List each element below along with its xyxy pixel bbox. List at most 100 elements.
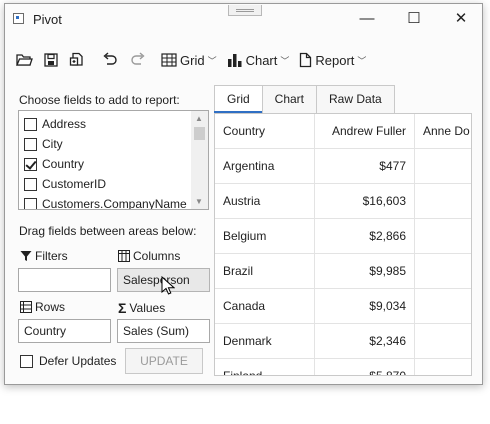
scroll-up-icon[interactable]: ▲ — [195, 114, 203, 123]
value-cell: $16,603 — [315, 184, 415, 218]
table-row[interactable]: Belgium $2,866 — [215, 219, 471, 254]
rows-drop-area[interactable]: Country — [18, 319, 111, 343]
defer-updates-checkbox[interactable] — [20, 354, 33, 368]
row-header: Argentina — [215, 149, 315, 183]
columns-icon — [118, 250, 130, 262]
values-label: Values — [129, 301, 166, 315]
chevron-down-icon: ﹀ — [207, 55, 217, 66]
value-cell — [415, 359, 471, 375]
bar-chart-icon — [227, 54, 242, 67]
pivot-grid[interactable]: Country Andrew Fuller Anne Do Argentina … — [214, 113, 472, 376]
checkbox[interactable] — [24, 177, 37, 191]
tab-chart[interactable]: Chart — [261, 85, 318, 113]
maximize-button[interactable]: ☐ — [391, 4, 437, 34]
field-label: Customers.CompanyName — [42, 197, 187, 210]
checkbox-checked[interactable] — [24, 157, 37, 171]
checkbox[interactable] — [24, 137, 37, 151]
row-header: Belgium — [215, 219, 315, 253]
grid-header-row: Country Andrew Fuller Anne Do — [215, 114, 471, 149]
columns-label: Columns — [133, 249, 181, 263]
field-list-heading: Choose fields to add to report: — [19, 93, 180, 107]
checkbox[interactable] — [24, 117, 37, 131]
value-cell — [415, 254, 471, 288]
field-label: Address — [42, 117, 87, 131]
value-cell: $5,870 — [315, 359, 415, 375]
drag-grip[interactable] — [228, 5, 262, 16]
grid-icon — [161, 53, 177, 67]
values-header: Σ Values — [118, 300, 165, 316]
document-icon — [300, 52, 312, 68]
toolbar: Grid ﹀ Chart ﹀ Report ﹀ — [15, 48, 472, 72]
field-item-city[interactable]: City — [24, 134, 63, 154]
field-label: City — [42, 137, 63, 151]
chart-view-button[interactable]: Chart ﹀ — [227, 49, 290, 71]
row-header: Denmark — [215, 324, 315, 358]
save-icon[interactable] — [43, 49, 59, 71]
areas-heading: Drag fields between areas below: — [19, 224, 197, 238]
row-header: Brazil — [215, 254, 315, 288]
columns-header: Columns — [118, 249, 180, 263]
value-cell: $9,034 — [315, 289, 415, 323]
chevron-down-icon: ﹀ — [280, 55, 290, 66]
report-label: Report — [315, 52, 355, 68]
field-item-country[interactable]: Country — [24, 154, 84, 174]
app-icon — [13, 13, 24, 24]
table-row[interactable]: Austria $16,603 — [215, 184, 471, 219]
values-drop-area[interactable]: Sales (Sum) — [117, 319, 210, 343]
field-label: CustomerID — [42, 177, 107, 191]
value-cell — [415, 324, 471, 358]
column-header[interactable]: Anne Do — [415, 114, 471, 148]
value-cell: $2,346 — [315, 324, 415, 358]
column-header[interactable]: Andrew Fuller — [315, 114, 415, 148]
rows-header: Rows — [20, 300, 65, 314]
table-row[interactable]: Denmark $2,346 — [215, 324, 471, 359]
field-item-address[interactable]: Address — [24, 114, 86, 134]
filter-icon — [20, 251, 32, 261]
row-header: Austria — [215, 184, 315, 218]
rows-label: Rows — [35, 300, 66, 314]
table-row[interactable]: Canada $9,034 — [215, 289, 471, 324]
mouse-cursor-icon — [161, 276, 175, 295]
grid-view-label: Grid — [180, 52, 205, 68]
scroll-down-icon[interactable]: ▼ — [195, 197, 203, 206]
table-row[interactable]: Brazil $9,985 — [215, 254, 471, 289]
value-cell: $2,866 — [315, 219, 415, 253]
field-label: Country — [42, 157, 85, 171]
row-header: Finland — [215, 359, 315, 375]
sigma-icon: Σ — [118, 300, 127, 316]
undo-icon[interactable] — [101, 49, 119, 71]
export-icon[interactable] — [69, 49, 85, 71]
defer-updates-option[interactable]: Defer Updates — [20, 354, 116, 368]
update-button[interactable]: UPDATE — [125, 348, 203, 374]
value-cell — [415, 289, 471, 323]
tab-grid[interactable]: Grid — [214, 85, 263, 114]
row-header: Canada — [215, 289, 315, 323]
checkbox[interactable] — [24, 197, 37, 209]
filters-label: Filters — [35, 249, 68, 263]
field-item-companyname[interactable]: Customers.CompanyName — [24, 194, 187, 210]
value-cell: $477 — [315, 149, 415, 183]
view-tabs: Grid Chart Raw Data — [214, 85, 395, 114]
field-list-scrollbar[interactable]: ▲ ▼ — [191, 111, 208, 209]
rows-icon — [20, 301, 32, 313]
chart-view-label: Chart — [245, 52, 278, 68]
tab-raw-data[interactable]: Raw Data — [316, 85, 395, 113]
open-folder-icon[interactable] — [15, 49, 33, 71]
grid-view-button[interactable]: Grid ﹀ — [161, 49, 217, 71]
close-button[interactable]: ✕ — [438, 4, 484, 34]
table-row[interactable]: Finland $5,870 — [215, 359, 471, 375]
minimize-button[interactable]: — — [344, 4, 390, 34]
column-header[interactable]: Country — [215, 114, 315, 148]
table-row[interactable]: Argentina $477 — [215, 149, 471, 184]
value-cell — [415, 149, 471, 183]
report-button[interactable]: Report ﹀ — [299, 49, 366, 71]
value-cell: $9,985 — [315, 254, 415, 288]
field-list[interactable]: Address City Country CustomerID Customer… — [18, 110, 209, 210]
value-cell — [415, 184, 471, 218]
filters-header: Filters — [20, 249, 68, 263]
filters-drop-area[interactable] — [18, 268, 111, 292]
scroll-thumb[interactable] — [194, 127, 205, 140]
redo-icon[interactable] — [129, 49, 147, 71]
defer-updates-label: Defer Updates — [39, 354, 117, 368]
field-item-customerid[interactable]: CustomerID — [24, 174, 106, 194]
